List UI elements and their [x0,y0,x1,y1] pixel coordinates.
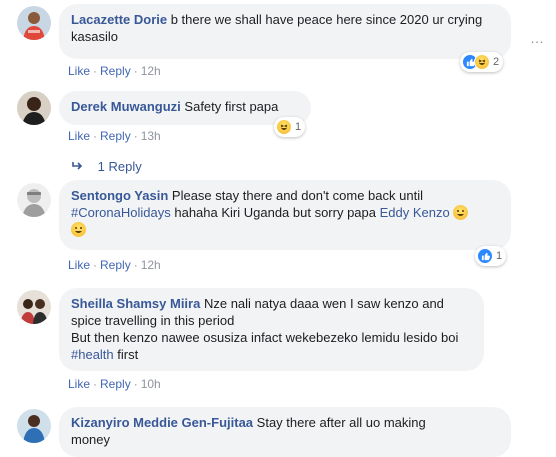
comment-author[interactable]: Derek Muwanguzi [71,99,181,114]
comment-text: Stay there after all uo making [256,415,426,430]
reactions-count: 1 [295,121,302,133]
comment-author[interactable]: Sheilla Shamsy Miira [71,296,200,311]
comment-actions: Like · Reply · 12h [68,258,161,272]
haha-reaction-icon [276,119,292,135]
comment-text: spice travelling in this period [71,313,235,328]
reply-button[interactable]: Reply [100,377,131,391]
avatar[interactable] [17,409,51,443]
comment-actions: Like · Reply · 13h [68,129,161,143]
avatar[interactable] [17,183,51,217]
hashtag-link[interactable]: #CoronaHolidays [71,205,171,220]
comment-time[interactable]: 12h [141,258,161,272]
avatar[interactable] [17,290,51,324]
like-button[interactable]: Like [68,64,90,78]
grinning-emoji-icon [71,222,86,237]
comment-text: hahaha Kiri Uganda but sorry papa [174,205,376,220]
comment-bubble: Sentongo Yasin Please stay there and don… [59,180,511,250]
comment-text: first [117,347,139,362]
reply-button[interactable]: Reply [100,64,131,78]
comment-bubble: Sheilla Shamsy Miira Nze nali natya daaa… [59,288,484,371]
hashtag-link[interactable]: #health [71,347,114,362]
comment-text: But then kenzo nawee osusiza infact weke… [71,330,459,345]
like-button[interactable]: Like [68,377,90,391]
reactions-summary[interactable]: 1 [475,246,507,266]
reactions-count: 1 [496,250,503,262]
reactions-summary[interactable]: 1 [274,117,306,137]
like-button[interactable]: Like [68,129,90,143]
avatar[interactable] [17,91,51,125]
comment-text: Nze nali natya daaa wen I saw kenzo and [203,296,444,311]
comment-text: Safety first papa [184,99,279,114]
reply-button[interactable]: Reply [100,258,131,272]
comment-bubble: Derek Muwanguzi Safety first papa [59,91,311,125]
reactions-summary[interactable]: 2 [460,52,504,72]
comment-time[interactable]: 10h [141,377,161,391]
comment-time[interactable]: 13h [141,129,161,143]
avatar[interactable] [17,6,51,40]
reply-button[interactable]: Reply [100,129,131,143]
reply-arrow-icon [72,159,88,174]
comment-text: Please stay there and don't come back un… [171,188,423,203]
mention-link[interactable]: Eddy Kenzo [380,205,450,220]
comment-author[interactable]: Sentongo Yasin [71,188,168,203]
comment-actions: Like · Reply · 12h [68,64,161,78]
more-options-icon[interactable]: … [528,29,546,47]
haha-reaction-icon [474,54,490,70]
comment-time[interactable]: 12h [141,64,161,78]
comment-bubble: Kizanyiro Meddie Gen-Fujitaa Stay there … [59,407,511,457]
comment-actions: Like · Reply · 10h [68,377,161,391]
replies-count: 1 Reply [97,159,142,174]
like-reaction-icon [477,248,493,264]
view-replies-link[interactable]: 1 Reply [72,158,142,175]
comment-author[interactable]: Lacazette Dorie [71,12,167,27]
comment-author[interactable]: Kizanyiro Meddie Gen-Fujitaa [71,415,253,430]
reactions-count: 2 [493,56,500,68]
comment-text: money [71,432,111,447]
comment-bubble: Lacazette Dorie b there we shall have pe… [59,4,511,59]
like-button[interactable]: Like [68,258,90,272]
grinning-emoji-icon [453,205,469,220]
